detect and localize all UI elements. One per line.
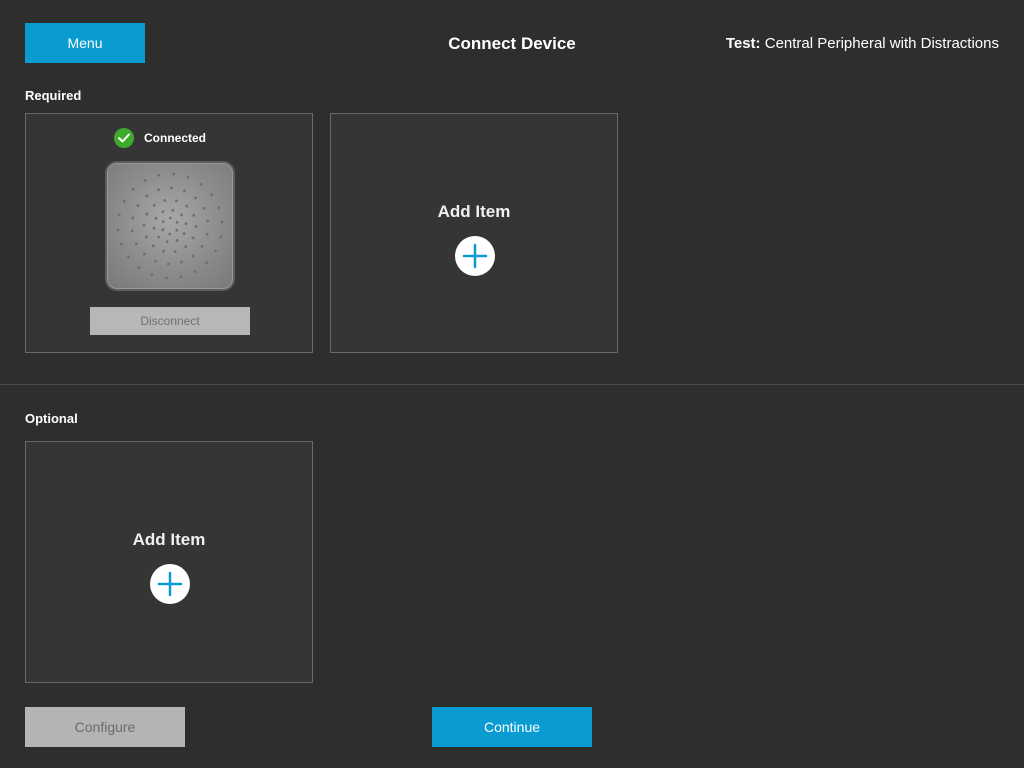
test-info: Test: Central Peripheral with Distractio…: [726, 35, 999, 52]
disconnect-button[interactable]: Disconnect: [90, 307, 250, 335]
plus-icon[interactable]: [455, 236, 495, 276]
device-image: [105, 161, 235, 291]
add-item-label: Add Item: [132, 530, 206, 549]
check-icon: [114, 128, 134, 148]
plus-icon[interactable]: [150, 564, 190, 604]
configure-button[interactable]: Configure: [25, 707, 185, 747]
required-add-item-card[interactable]: Add Item: [330, 113, 618, 353]
optional-add-item-card[interactable]: Add Item: [25, 441, 313, 683]
test-name: Central Peripheral with Distractions: [764, 35, 999, 52]
connect-device-screen: Menu Connect Device Test: Central Periph…: [0, 0, 1024, 768]
menu-button[interactable]: Menu: [25, 23, 145, 63]
continue-button[interactable]: Continue: [432, 707, 592, 747]
required-section-label: Required: [25, 88, 82, 103]
optional-section-label: Optional: [25, 411, 78, 426]
connection-status: Connected: [114, 128, 206, 148]
section-divider: [0, 384, 1024, 385]
device-dot-pattern: [116, 172, 224, 280]
test-prefix: Test:: [725, 35, 761, 52]
page-title: Connect Device: [448, 34, 576, 53]
add-item-label: Add Item: [437, 202, 511, 221]
status-text: Connected: [144, 131, 207, 145]
connected-device-card: Connected Disconnect: [25, 113, 313, 353]
